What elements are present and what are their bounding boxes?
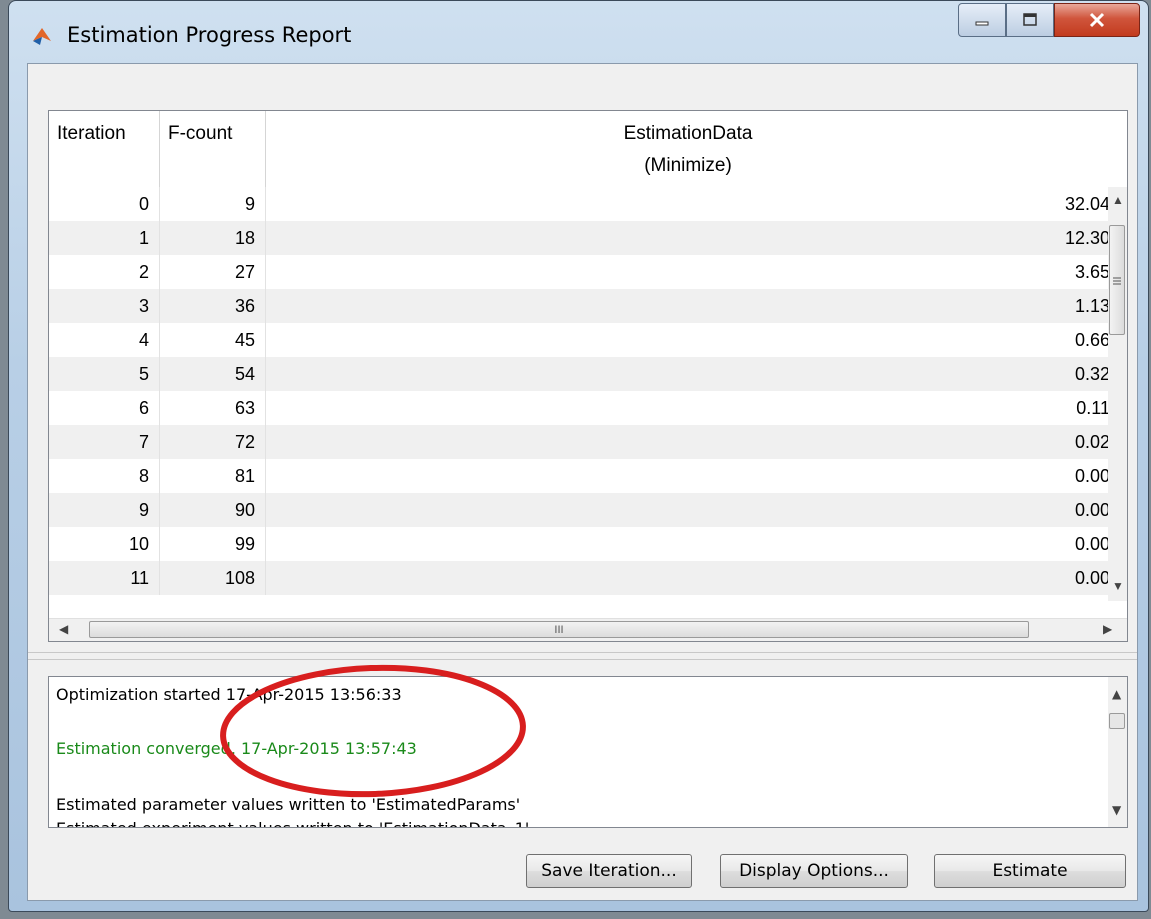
- close-button[interactable]: [1054, 3, 1140, 37]
- scroll-down-arrow-icon[interactable]: ▼: [1112, 579, 1124, 593]
- table-row[interactable]: 4 45 0.66: [49, 323, 1110, 357]
- log-line-experiment: Estimated experiment values written to '…: [56, 819, 529, 827]
- iteration-cell: 2: [49, 255, 160, 289]
- window-controls: [958, 3, 1140, 41]
- grip-label: III: [554, 623, 564, 636]
- vertical-scroll-thumb[interactable]: [1109, 225, 1125, 335]
- log-vertical-scrollbar[interactable]: ▲ ▼: [1108, 677, 1127, 827]
- fcount-cell: 90: [160, 493, 266, 527]
- iteration-cell: 11: [49, 561, 160, 595]
- iteration-cell: 5: [49, 357, 160, 391]
- table-header: Iteration F-count EstimationData (Minimi…: [49, 111, 1127, 188]
- log-panel[interactable]: Optimization started 17-Apr-2015 13:56:3…: [48, 676, 1128, 828]
- fcount-cell: 27: [160, 255, 266, 289]
- title-bar[interactable]: Estimation Progress Report: [9, 1, 1148, 63]
- table-row[interactable]: 5 54 0.32: [49, 357, 1110, 391]
- column-header-estimation-data[interactable]: EstimationData (Minimize): [266, 111, 1110, 187]
- table-row[interactable]: 10 99 0.00: [49, 527, 1110, 561]
- table-row[interactable]: 9 90 0.00: [49, 493, 1110, 527]
- table-row[interactable]: 0 9 32.04: [49, 187, 1110, 221]
- estimation-value-cell: 0.00: [1074, 568, 1110, 588]
- column-header-iteration[interactable]: Iteration: [49, 111, 160, 187]
- splitter[interactable]: [28, 652, 1137, 660]
- iteration-cell: 3: [49, 289, 160, 323]
- estimation-value-cell: 0.00: [1074, 534, 1110, 554]
- fcount-cell: 18: [160, 221, 266, 255]
- fcount-cell: 54: [160, 357, 266, 391]
- fcount-cell: 81: [160, 459, 266, 493]
- table-row[interactable]: 11 108 0.00: [49, 561, 1110, 595]
- fcount-cell: 36: [160, 289, 266, 323]
- fcount-cell: 9: [160, 187, 266, 221]
- red-annotation-ellipse: [220, 664, 526, 798]
- window-title: Estimation Progress Report: [67, 23, 352, 47]
- scroll-left-arrow-icon[interactable]: ◀: [59, 622, 68, 636]
- scroll-right-arrow-icon[interactable]: ▶: [1103, 622, 1112, 636]
- matlab-icon: [33, 28, 51, 45]
- save-iteration-button[interactable]: Save Iteration...: [526, 854, 692, 888]
- scroll-up-arrow-icon[interactable]: ▲: [1112, 193, 1124, 207]
- close-icon: [1089, 12, 1105, 28]
- estimate-button[interactable]: Estimate: [934, 854, 1126, 888]
- table-row[interactable]: 2 27 3.65: [49, 255, 1110, 289]
- log-scroll-thumb[interactable]: [1109, 713, 1125, 729]
- estimation-value-cell: 0.32: [1074, 364, 1110, 384]
- log-scroll-down-arrow-icon[interactable]: ▼: [1112, 803, 1121, 817]
- horizontal-scroll-thumb[interactable]: III: [89, 621, 1029, 638]
- client-area: Iteration F-count EstimationData (Minimi…: [27, 63, 1138, 901]
- table-row[interactable]: 7 72 0.02: [49, 425, 1110, 459]
- table-body: 0 9 32.04 1 18 12.30 2 27 3.65 3 36 1.13 4 45 0.66 5 54 0…: [49, 187, 1110, 595]
- estimation-value-cell: 0.00: [1074, 466, 1110, 486]
- fcount-cell: 99: [160, 527, 266, 561]
- display-options-button[interactable]: Display Options...: [720, 854, 908, 888]
- estimation-progress-window: Estimation Progress Report Iteration F-c…: [8, 0, 1149, 912]
- iteration-cell: 9: [49, 493, 160, 527]
- maximize-icon: [1023, 13, 1037, 26]
- estimation-value-cell: 0.66: [1074, 330, 1110, 350]
- grip-icon: [1113, 277, 1121, 285]
- estimation-value-cell: 32.04: [1064, 194, 1110, 214]
- estimation-value-cell: 0.00: [1074, 500, 1110, 520]
- estimation-value-cell: 0.02: [1074, 432, 1110, 452]
- minimize-button[interactable]: [958, 3, 1006, 37]
- iteration-cell: 7: [49, 425, 160, 459]
- estimation-value-cell: 1.13: [1074, 296, 1110, 316]
- table-row[interactable]: 6 63 0.11: [49, 391, 1110, 425]
- iteration-cell: 8: [49, 459, 160, 493]
- iteration-cell: 1: [49, 221, 160, 255]
- iteration-cell: 0: [49, 187, 160, 221]
- table-horizontal-scrollbar[interactable]: ◀ III ▶: [49, 618, 1127, 641]
- iteration-cell: 10: [49, 527, 160, 561]
- fcount-cell: 45: [160, 323, 266, 357]
- table-row[interactable]: 3 36 1.13: [49, 289, 1110, 323]
- estimation-value-cell: 3.65: [1074, 262, 1110, 282]
- table-row[interactable]: 8 81 0.00: [49, 459, 1110, 493]
- iteration-cell: 4: [49, 323, 160, 357]
- table-row[interactable]: 1 18 12.30: [49, 221, 1110, 255]
- minimize-icon: [975, 21, 989, 26]
- table-vertical-scrollbar[interactable]: ▲ ▼: [1108, 187, 1127, 601]
- fcount-cell: 63: [160, 391, 266, 425]
- fcount-cell: 72: [160, 425, 266, 459]
- log-scroll-up-arrow-icon[interactable]: ▲: [1112, 687, 1121, 701]
- estimation-value-cell: 0.11: [1076, 398, 1110, 418]
- iterations-table[interactable]: Iteration F-count EstimationData (Minimi…: [48, 110, 1128, 642]
- fcount-cell: 108: [160, 561, 266, 595]
- column-header-fcount[interactable]: F-count: [160, 111, 266, 187]
- estimation-value-cell: 12.30: [1064, 228, 1110, 248]
- iteration-cell: 6: [49, 391, 160, 425]
- maximize-button[interactable]: [1006, 3, 1054, 37]
